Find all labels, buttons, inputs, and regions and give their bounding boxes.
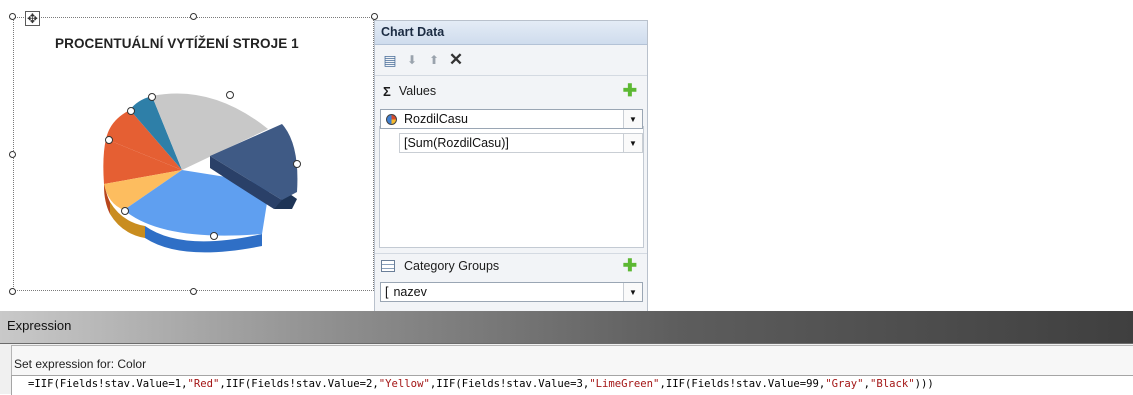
chevron-down-icon[interactable]: ▼ (623, 283, 642, 301)
expression-dialog: Expression Set expression for: Color =II… (0, 311, 1133, 395)
expression-string: "Red" (187, 378, 220, 390)
value-field-name: RozdilCasu (404, 112, 468, 126)
pie-handle[interactable] (226, 91, 234, 99)
dialog-titlebar[interactable]: Expression (0, 311, 1133, 344)
resize-handle-top-right[interactable] (371, 13, 378, 20)
value-expression: [Sum(RozdilCasu)] (404, 136, 509, 150)
expression-editor[interactable]: =IIF(Fields!stav.Value=1,"Red",IIF(Field… (11, 375, 1133, 395)
expression-code: =IIF(Fields!stav.Value=1, (28, 378, 188, 390)
pie-handle[interactable] (121, 207, 129, 215)
expression-string: "Black" (869, 378, 915, 390)
expression-string: "Yellow" (378, 378, 430, 390)
move-up-icon[interactable]: ⬆ (423, 51, 445, 69)
dialog-title: Expression (7, 318, 72, 333)
pie-handle[interactable] (127, 107, 135, 115)
pie-handle[interactable] (210, 232, 218, 240)
resize-handle-top-left[interactable] (9, 13, 16, 20)
values-label: Values (398, 84, 437, 98)
chart-data-pane: Chart Data ▤ ⬇ ⬆ ✕ Σ Values ✚ RozdilCasu… (374, 20, 648, 312)
resize-handle-bottom-middle[interactable] (190, 288, 197, 295)
resize-handle-top-middle[interactable] (190, 13, 197, 20)
add-category-icon[interactable]: ✚ (623, 256, 637, 276)
category-field-dropdown[interactable]: [ nazev ▼ (380, 282, 643, 302)
properties-icon[interactable]: ▤ (379, 51, 401, 69)
category-groups-header: Category Groups ✚ (375, 253, 647, 278)
pie-handle[interactable] (148, 93, 156, 101)
expression-code: ,IIF(Fields!stav.Value=3, (429, 378, 590, 390)
expression-string: "Gray" (825, 378, 864, 390)
resize-handle-bottom-left[interactable] (9, 288, 16, 295)
pie-chart-icon (386, 113, 397, 125)
expression-code: ))) (914, 378, 934, 390)
move-down-icon[interactable]: ⬇ (401, 51, 423, 69)
pie-chart[interactable] (92, 84, 312, 254)
chevron-down-icon[interactable]: ▼ (623, 134, 642, 152)
category-groups-label: Category Groups (404, 259, 500, 273)
toolbar-divider (375, 75, 647, 76)
sigma-icon: Σ (383, 83, 391, 99)
move-handle-icon[interactable]: ✥ (25, 11, 40, 26)
bracket-icon: [ (385, 285, 389, 299)
value-field-dropdown[interactable]: RozdilCasu ▼ (380, 109, 643, 129)
value-expression-dropdown[interactable]: [Sum(RozdilCasu)] ▼ (399, 133, 643, 153)
category-groups-icon (381, 260, 395, 272)
values-section-header: Σ Values ✚ (375, 79, 647, 103)
add-value-icon[interactable]: ✚ (623, 81, 637, 101)
chart-title[interactable]: PROCENTUÁLNÍ VYTÍŽENÍ STROJE 1 (55, 36, 299, 51)
chart-data-title: Chart Data (375, 21, 647, 45)
delete-icon[interactable]: ✕ (445, 50, 467, 69)
chart-data-toolbar: ▤ ⬇ ⬆ ✕ (379, 50, 467, 70)
pie-handle[interactable] (105, 136, 113, 144)
category-field-name: nazev (393, 285, 427, 299)
chevron-down-icon[interactable]: ▼ (623, 110, 642, 128)
expression-string: "LimeGreen" (589, 378, 660, 390)
resize-handle-middle-left[interactable] (9, 151, 16, 158)
expression-code: ,IIF(Fields!stav.Value=2, (219, 378, 379, 390)
expression-code: ,IIF(Fields!stav.Value=99, (659, 378, 826, 390)
pie-handle[interactable] (293, 160, 301, 168)
expression-label: Set expression for: Color (14, 357, 147, 371)
